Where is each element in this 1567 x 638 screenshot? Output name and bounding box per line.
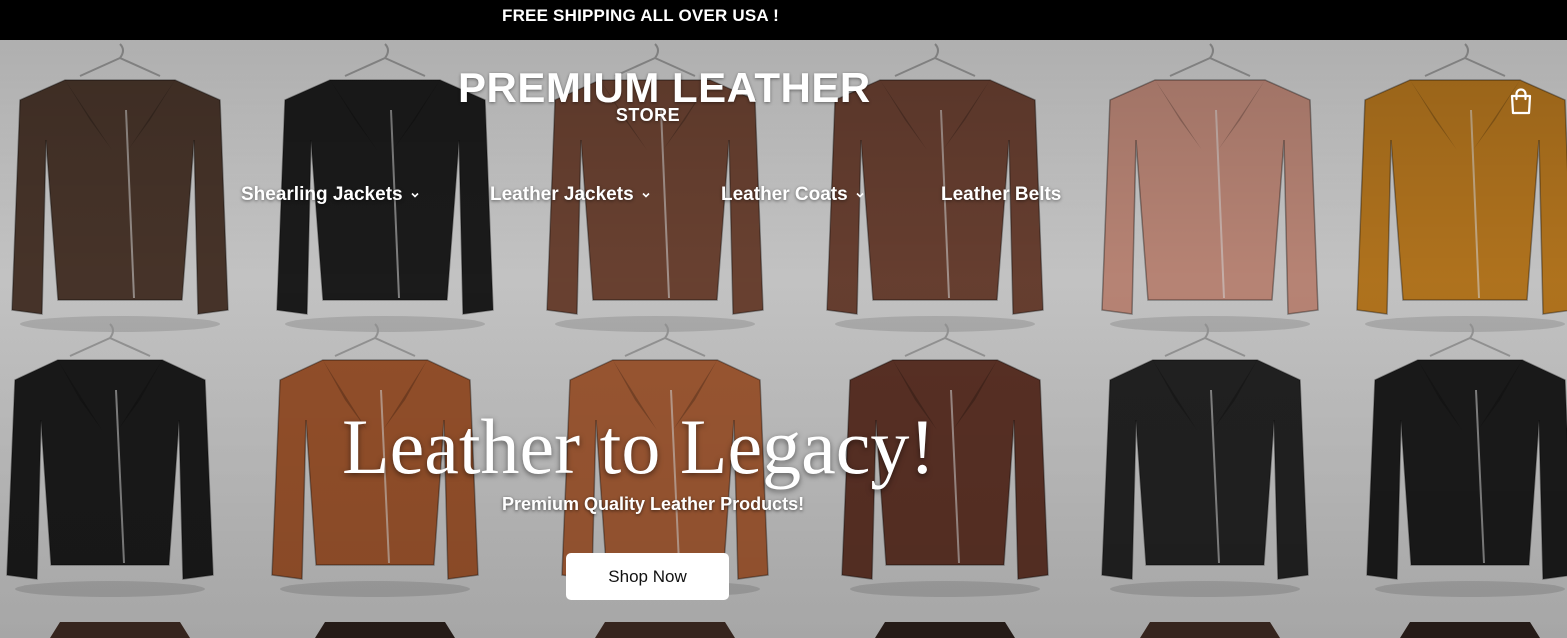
logo-title: PREMIUM LEATHER: [458, 64, 871, 111]
shopping-bag-icon: [1510, 88, 1532, 115]
nav-leather-coats[interactable]: Leather Coats: [721, 184, 864, 206]
nav-label: Leather Jackets: [490, 184, 634, 205]
cart-button[interactable]: [1506, 86, 1536, 116]
nav-leather-belts[interactable]: Leather Belts: [941, 184, 1061, 206]
chevron-down-icon: [642, 192, 650, 198]
nav-label: Shearling Jackets: [241, 184, 403, 205]
hero-subheadline: Premium Quality Leather Products!: [502, 494, 805, 514]
chevron-down-icon: [856, 192, 864, 198]
nav-leather-jackets[interactable]: Leather Jackets: [490, 184, 650, 206]
hero-overlay: [0, 40, 1567, 638]
shop-now-button[interactable]: Shop Now: [566, 553, 729, 600]
announcement-text: FREE SHIPPING ALL OVER USA !: [502, 6, 780, 25]
store-logo[interactable]: PREMIUM LEATHER STORE: [458, 64, 871, 125]
nav-label: Leather Belts: [941, 184, 1062, 205]
chevron-down-icon: [411, 192, 419, 198]
nav-label: Leather Coats: [721, 184, 848, 205]
nav-shearling-jackets[interactable]: Shearling Jackets: [241, 184, 419, 206]
hero-banner: PREMIUM LEATHER STORE Shearling Jackets …: [0, 40, 1567, 638]
announcement-bar: FREE SHIPPING ALL OVER USA !: [0, 0, 1567, 40]
hero-headline: Leather to Legacy!: [342, 403, 936, 490]
